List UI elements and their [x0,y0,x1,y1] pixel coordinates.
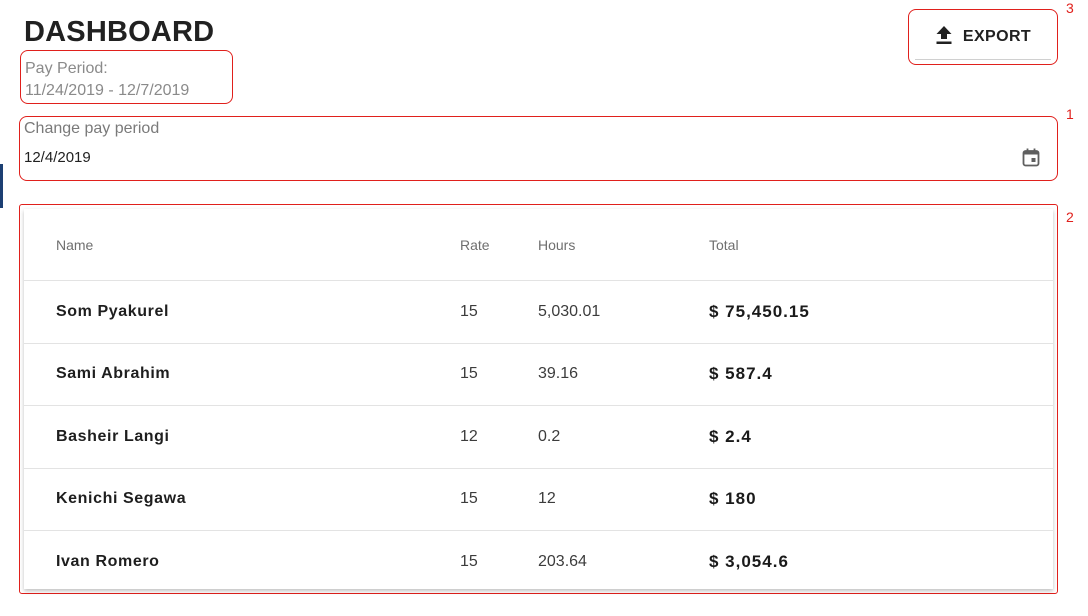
employee-hours: 39.16 [538,365,579,383]
column-header-rate: Rate [460,236,490,253]
callout-number-2: 2 [1066,209,1074,225]
employee-hours: 203.64 [538,553,587,571]
payroll-table-body: Name Rate Hours Total Som Pyakurel 15 5,… [24,209,1053,589]
export-button-shadow [915,59,1051,60]
dashboard-page: DASHBOARD Pay Period: 11/24/2019 - 12/7/… [0,0,1088,616]
change-pay-period-label: Change pay period [24,120,160,137]
employee-name: Basheir Langi [56,427,170,445]
employee-rate: 15 [460,302,478,320]
employee-total: $ 587.4 [709,364,773,384]
employee-total: $ 180 [709,489,757,509]
employee-rate: 15 [460,490,478,508]
change-pay-period-field[interactable]: Change pay period 12/4/2019 [19,116,1058,181]
employee-total: $ 3,054.6 [709,552,789,572]
upload-icon [935,25,953,50]
employee-name: Som Pyakurel [56,302,170,320]
employee-rate: 12 [460,427,478,445]
page-title: DASHBOARD [24,16,215,48]
employee-rate: 15 [460,553,478,571]
employee-rate: 15 [460,365,478,383]
employee-total: $ 2.4 [709,426,752,446]
employee-hours: 5,030.01 [538,302,601,320]
nav-edge-indicator [0,164,3,208]
export-button-label: EXPORT [962,28,1032,45]
employee-name: Kenichi Segawa [56,490,187,508]
employee-total: $ 75,450.15 [709,301,810,321]
table-row[interactable]: Som Pyakurel 15 5,030.01 $ 75,450.15 [24,281,1053,344]
column-header-name: Name [56,236,94,253]
pay-period-range: 11/24/2019 - 12/7/2019 [25,82,190,99]
pay-period-label: Pay Period: [25,60,108,77]
employee-name: Sami Abrahim [56,365,171,383]
employee-name: Ivan Romero [56,553,160,571]
export-button[interactable]: EXPORT [908,9,1058,65]
payroll-table: Name Rate Hours Total Som Pyakurel 15 5,… [19,204,1058,594]
employee-hours: 12 [538,490,556,508]
change-pay-period-input[interactable]: 12/4/2019 [24,149,91,166]
pay-period-info: Pay Period: 11/24/2019 - 12/7/2019 [20,50,233,104]
calendar-icon[interactable] [1021,147,1041,167]
column-header-total: Total [709,236,739,253]
table-header-row: Name Rate Hours Total [24,209,1053,281]
employee-hours: 0.2 [538,427,561,445]
table-row[interactable]: Kenichi Segawa 15 12 $ 180 [24,469,1053,531]
callout-number-3: 3 [1066,0,1074,16]
table-row[interactable]: Basheir Langi 12 0.2 $ 2.4 [24,406,1053,469]
column-header-hours: Hours [538,236,576,253]
callout-number-1: 1 [1066,106,1074,122]
table-row[interactable]: Ivan Romero 15 203.64 $ 3,054.6 [24,531,1053,594]
table-row[interactable]: Sami Abrahim 15 39.16 $ 587.4 [24,344,1053,406]
